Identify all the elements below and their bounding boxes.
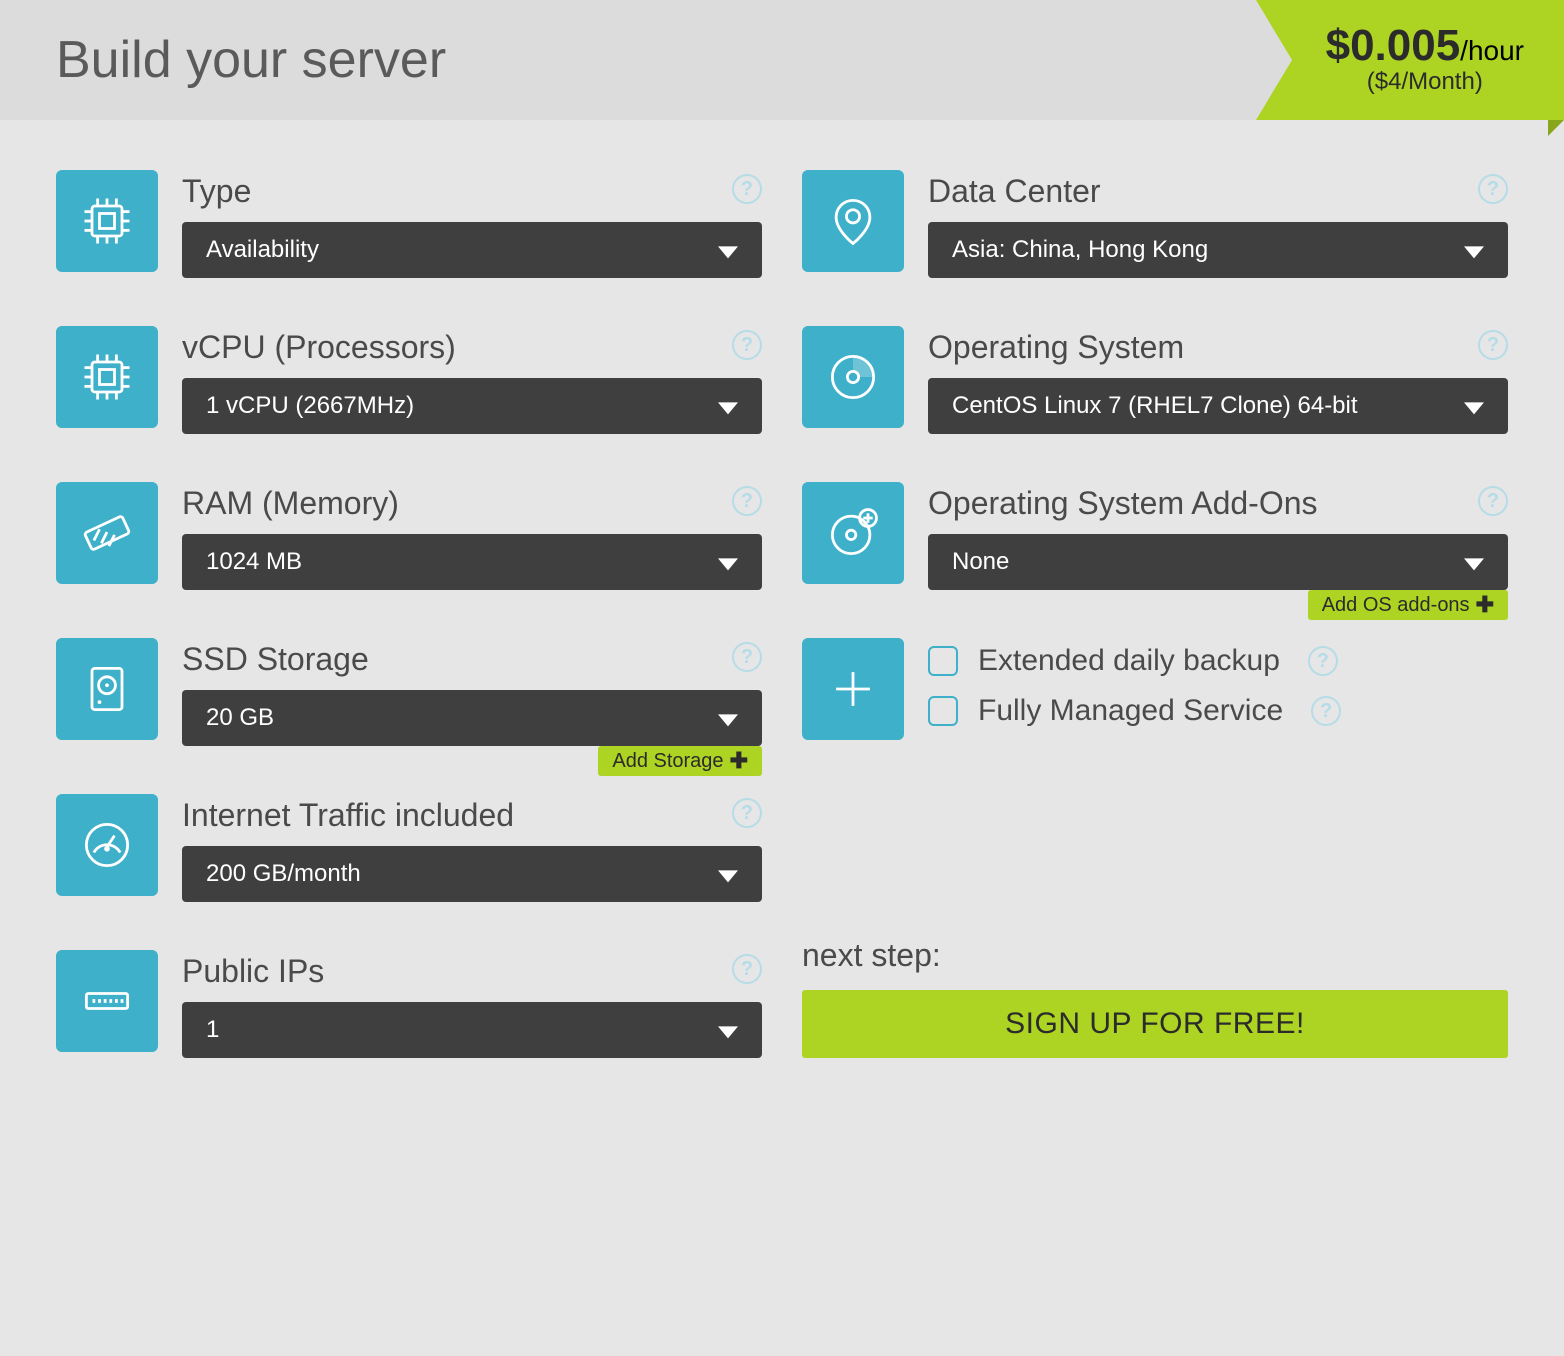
help-icon[interactable]: ?: [1308, 646, 1338, 676]
os-label: Operating System: [928, 326, 1508, 368]
ram-label: RAM (Memory): [182, 482, 762, 524]
addons-select[interactable]: None: [928, 534, 1508, 590]
price-monthly: ($4/Month): [1367, 68, 1483, 96]
ssd-select[interactable]: 20 GB: [182, 690, 762, 746]
price-hourly: $0.005/hour: [1326, 24, 1524, 68]
backup-checkbox[interactable]: [928, 646, 958, 676]
ram-icon: [56, 482, 158, 584]
field-vcpu: vCPU (Processors) ? 1 vCPU (2667MHz): [56, 326, 762, 434]
help-icon[interactable]: ?: [1311, 696, 1341, 726]
vcpu-label: vCPU (Processors): [182, 326, 762, 368]
type-value: Availability: [206, 236, 319, 264]
field-ssd: SSD Storage ? 20 GB Add Storage✚: [56, 638, 762, 746]
price-hour-value: $0.005: [1326, 21, 1461, 70]
disc-icon: [802, 326, 904, 428]
traffic-value: 200 GB/month: [206, 860, 361, 888]
addons-label: Operating System Add-Ons: [928, 482, 1508, 524]
field-type: Type ? Availability: [56, 170, 762, 278]
gauge-icon: [56, 794, 158, 896]
help-icon[interactable]: ?: [732, 486, 762, 516]
extra-managed-row: Fully Managed Service ?: [928, 694, 1508, 728]
extra-backup-row: Extended daily backup ?: [928, 644, 1508, 678]
ssd-value: 20 GB: [206, 704, 274, 732]
help-icon[interactable]: ?: [1478, 174, 1508, 204]
help-icon[interactable]: ?: [732, 954, 762, 984]
ips-select[interactable]: 1: [182, 1002, 762, 1058]
cpu-icon: [56, 170, 158, 272]
backup-label: Extended daily backup: [978, 644, 1280, 678]
addons-value: None: [952, 548, 1009, 576]
datacenter-label: Data Center: [928, 170, 1508, 212]
field-traffic: Internet Traffic included ? 200 GB/month: [56, 794, 762, 902]
vcpu-value: 1 vCPU (2667MHz): [206, 392, 414, 420]
help-icon[interactable]: ?: [732, 798, 762, 828]
traffic-label: Internet Traffic included: [182, 794, 762, 836]
help-icon[interactable]: ?: [732, 174, 762, 204]
next-step: next step: SIGN UP FOR FREE!: [802, 937, 1508, 1058]
plus-icon: [802, 638, 904, 740]
ip-icon: [56, 950, 158, 1052]
plus-icon: ✚: [1476, 592, 1494, 618]
managed-checkbox[interactable]: [928, 696, 958, 726]
datacenter-select[interactable]: Asia: China, Hong Kong: [928, 222, 1508, 278]
ssd-label: SSD Storage: [182, 638, 762, 680]
managed-label: Fully Managed Service: [978, 694, 1283, 728]
help-icon[interactable]: ?: [1478, 486, 1508, 516]
field-ips: Public IPs ? 1: [56, 950, 762, 1058]
add-storage-button[interactable]: Add Storage ✚: [598, 746, 762, 776]
field-extras: Extended daily backup ? Fully Managed Se…: [802, 638, 1508, 740]
content: Type ? Availability vCPU (Processors) ? …: [0, 120, 1564, 1118]
storage-icon: [56, 638, 158, 740]
page-title: Build your server: [56, 30, 446, 90]
add-os-addons-label: Add OS add-ons: [1322, 594, 1470, 617]
ips-label: Public IPs: [182, 950, 762, 992]
header: Build your server $0.005/hour ($4/Month): [0, 0, 1564, 120]
disc-plus-icon: [802, 482, 904, 584]
price-ribbon: $0.005/hour ($4/Month): [1256, 0, 1564, 120]
datacenter-value: Asia: China, Hong Kong: [952, 236, 1208, 264]
os-select[interactable]: CentOS Linux 7 (RHEL7 Clone) 64-bit: [928, 378, 1508, 434]
field-os: Operating System ? CentOS Linux 7 (RHEL7…: [802, 326, 1508, 434]
cpu-icon: [56, 326, 158, 428]
price-hour-unit: /hour: [1460, 35, 1524, 66]
field-ram: RAM (Memory) ? 1024 MB: [56, 482, 762, 590]
next-step-label: next step:: [802, 937, 1508, 974]
type-select[interactable]: Availability: [182, 222, 762, 278]
field-addons: Operating System Add-Ons ? None Add OS a…: [802, 482, 1508, 590]
location-icon: [802, 170, 904, 272]
left-column: Type ? Availability vCPU (Processors) ? …: [56, 170, 762, 1058]
add-storage-label: Add Storage: [612, 750, 723, 773]
help-icon[interactable]: ?: [732, 642, 762, 672]
help-icon[interactable]: ?: [732, 330, 762, 360]
add-os-addons-button[interactable]: Add OS add-ons ✚: [1308, 590, 1508, 620]
os-value: CentOS Linux 7 (RHEL7 Clone) 64-bit: [952, 392, 1358, 420]
help-icon[interactable]: ?: [1478, 330, 1508, 360]
right-column: Data Center ? Asia: China, Hong Kong Ope…: [802, 170, 1508, 1058]
ips-value: 1: [206, 1016, 219, 1044]
type-label: Type: [182, 170, 762, 212]
signup-button[interactable]: SIGN UP FOR FREE!: [802, 990, 1508, 1058]
ribbon-tail: [1548, 120, 1564, 136]
field-datacenter: Data Center ? Asia: China, Hong Kong: [802, 170, 1508, 278]
plus-icon: ✚: [730, 748, 748, 774]
traffic-select[interactable]: 200 GB/month: [182, 846, 762, 902]
ram-select[interactable]: 1024 MB: [182, 534, 762, 590]
vcpu-select[interactable]: 1 vCPU (2667MHz): [182, 378, 762, 434]
ram-value: 1024 MB: [206, 548, 302, 576]
